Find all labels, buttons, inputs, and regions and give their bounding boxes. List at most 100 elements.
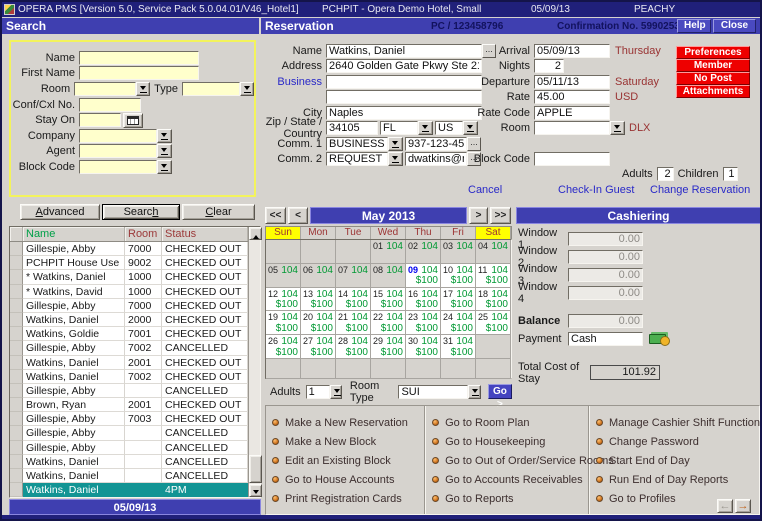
room-field[interactable] (534, 121, 610, 135)
check-in-guest-link[interactable]: Check-In Guest (558, 184, 634, 196)
calendar-cell[interactable]: 15104$100 (371, 288, 406, 312)
scrollbar-thumb[interactable] (249, 455, 262, 483)
quick-link-item[interactable]: Go to House Accounts (272, 470, 424, 489)
search-block-code-input[interactable] (79, 160, 157, 174)
cash-icon[interactable] (649, 332, 671, 346)
calendar-cell[interactable]: 20104$100 (301, 311, 336, 335)
agent-lov-icon[interactable] (157, 144, 172, 158)
prev-year-button[interactable]: << (265, 207, 286, 224)
member-button[interactable]: Member (676, 59, 750, 72)
close-button[interactable]: Close (713, 19, 756, 33)
quick-link-item[interactable]: Change Password (596, 432, 759, 451)
table-row[interactable]: Watkins, Daniel2001CHECKED OUT (10, 356, 248, 370)
table-row[interactable]: Gillespie, Abby7000CHECKED OUT (10, 242, 248, 256)
calendar-cell[interactable]: 21104$100 (336, 311, 371, 335)
table-row[interactable]: Watkins, Daniel4PM (10, 483, 248, 497)
clear-button[interactable]: Clear (182, 204, 255, 220)
table-row[interactable]: Gillespie, AbbyCANCELLED (10, 426, 248, 440)
comm1-ellipsis-button[interactable]: ... (467, 137, 481, 151)
results-scrollbar[interactable] (248, 227, 260, 497)
search-stay-on-input[interactable] (79, 113, 121, 127)
state-lov-icon[interactable] (418, 121, 433, 135)
cal-room-type-lov-icon[interactable] (468, 385, 480, 399)
calendar-cell[interactable]: 10104$100 (441, 264, 476, 288)
row-selector[interactable] (10, 426, 23, 440)
arrival-field[interactable] (534, 44, 610, 58)
row-selector[interactable] (10, 270, 23, 284)
calendar-cell[interactable]: 25104$100 (476, 311, 511, 335)
calendar-cell[interactable]: 22104$100 (371, 311, 406, 335)
cal-adults-lov-icon[interactable] (330, 385, 342, 399)
go-button[interactable]: Go > (488, 384, 512, 399)
row-selector[interactable] (10, 412, 23, 426)
window2-field[interactable] (568, 250, 643, 264)
quick-link-item[interactable]: Go to Accounts Receivables (432, 470, 588, 489)
preferences-button[interactable]: Preferences (676, 46, 750, 59)
res-state-field[interactable] (380, 121, 418, 135)
search-room-input[interactable] (74, 82, 136, 96)
comm1-value-field[interactable] (405, 137, 467, 151)
advanced-button[interactable]: Advanced (20, 204, 100, 220)
table-row[interactable]: Gillespie, AbbyCANCELLED (10, 384, 248, 398)
search-company-input[interactable] (79, 129, 157, 143)
cancel-link[interactable]: Cancel (468, 184, 502, 196)
window4-field[interactable] (568, 286, 643, 300)
search-first-name-input[interactable] (79, 66, 199, 80)
calendar-cell[interactable]: 04104 (476, 240, 511, 264)
calendar-cell[interactable]: 01104 (371, 240, 406, 264)
prev-month-button[interactable]: < (288, 207, 308, 224)
calendar-cell[interactable]: 29104$100 (371, 335, 406, 359)
room-lov-icon[interactable] (136, 82, 150, 96)
table-row[interactable]: Watkins, Goldie7001CHECKED OUT (10, 327, 248, 341)
calendar-cell[interactable]: 09104$100 (406, 264, 441, 288)
row-selector[interactable] (10, 455, 23, 469)
window1-field[interactable] (568, 232, 643, 246)
res-business-label[interactable]: Business (229, 76, 322, 88)
row-selector[interactable] (10, 327, 23, 341)
cal-adults-field[interactable] (306, 385, 330, 399)
calendar-cell[interactable]: 27104$100 (301, 335, 336, 359)
calendar-cell[interactable]: 28104$100 (336, 335, 371, 359)
calendar-cell[interactable]: 18104$100 (476, 288, 511, 312)
no-post-button[interactable]: No Post (676, 72, 750, 85)
header-room[interactable]: Room (125, 227, 162, 241)
header-status[interactable]: Status (162, 227, 248, 241)
table-row[interactable]: PCHPIT House Use9002CHECKED OUT (10, 256, 248, 270)
row-selector[interactable] (10, 441, 23, 455)
search-conf-input[interactable] (79, 98, 141, 112)
row-selector[interactable] (10, 483, 23, 497)
search-button[interactable]: Search (102, 204, 180, 220)
row-selector[interactable] (10, 313, 23, 327)
next-month-button[interactable]: > (469, 207, 488, 224)
block-code-field[interactable] (534, 152, 610, 166)
calendar-cell[interactable]: 14104$100 (336, 288, 371, 312)
calendar-cell[interactable]: 30104$100 (406, 335, 441, 359)
row-selector[interactable] (10, 469, 23, 483)
quick-link-item[interactable]: Print Registration Cards (272, 489, 424, 508)
quick-link-item[interactable]: Go to Room Plan (432, 413, 588, 432)
row-selector[interactable] (10, 384, 23, 398)
calendar-cell[interactable]: 13104$100 (301, 288, 336, 312)
table-row[interactable]: Watkins, DanielCANCELLED (10, 469, 248, 483)
row-selector[interactable] (10, 242, 23, 256)
quick-link-item[interactable]: Start End of Day (596, 451, 759, 470)
cal-room-type-field[interactable] (398, 385, 468, 399)
departure-field[interactable] (534, 75, 610, 89)
row-selector[interactable] (10, 285, 23, 299)
quick-link-item[interactable]: Manage Cashier Shift Functions (596, 413, 759, 432)
calendar-cell[interactable]: 07104 (336, 264, 371, 288)
quick-link-item[interactable]: Run End of Day Reports (596, 470, 759, 489)
calendar-cell[interactable]: 08104 (371, 264, 406, 288)
search-name-input[interactable] (79, 51, 199, 65)
comm1-type-field[interactable] (326, 137, 388, 151)
quick-link-item[interactable]: Make a New Block (272, 432, 424, 451)
table-row[interactable]: Brown, Ryan2001CHECKED OUT (10, 398, 248, 412)
table-row[interactable]: Watkins, DanielCANCELLED (10, 455, 248, 469)
comm2-type-field[interactable] (326, 152, 388, 166)
table-row[interactable]: Gillespie, AbbyCANCELLED (10, 441, 248, 455)
table-row[interactable]: Watkins, Daniel7002CHECKED OUT (10, 370, 248, 384)
row-selector[interactable] (10, 299, 23, 313)
table-row[interactable]: Gillespie, Abby7000CHECKED OUT (10, 299, 248, 313)
quick-link-item[interactable]: Edit an Existing Block (272, 451, 424, 470)
calendar-cell[interactable]: 31104$100 (441, 335, 476, 359)
